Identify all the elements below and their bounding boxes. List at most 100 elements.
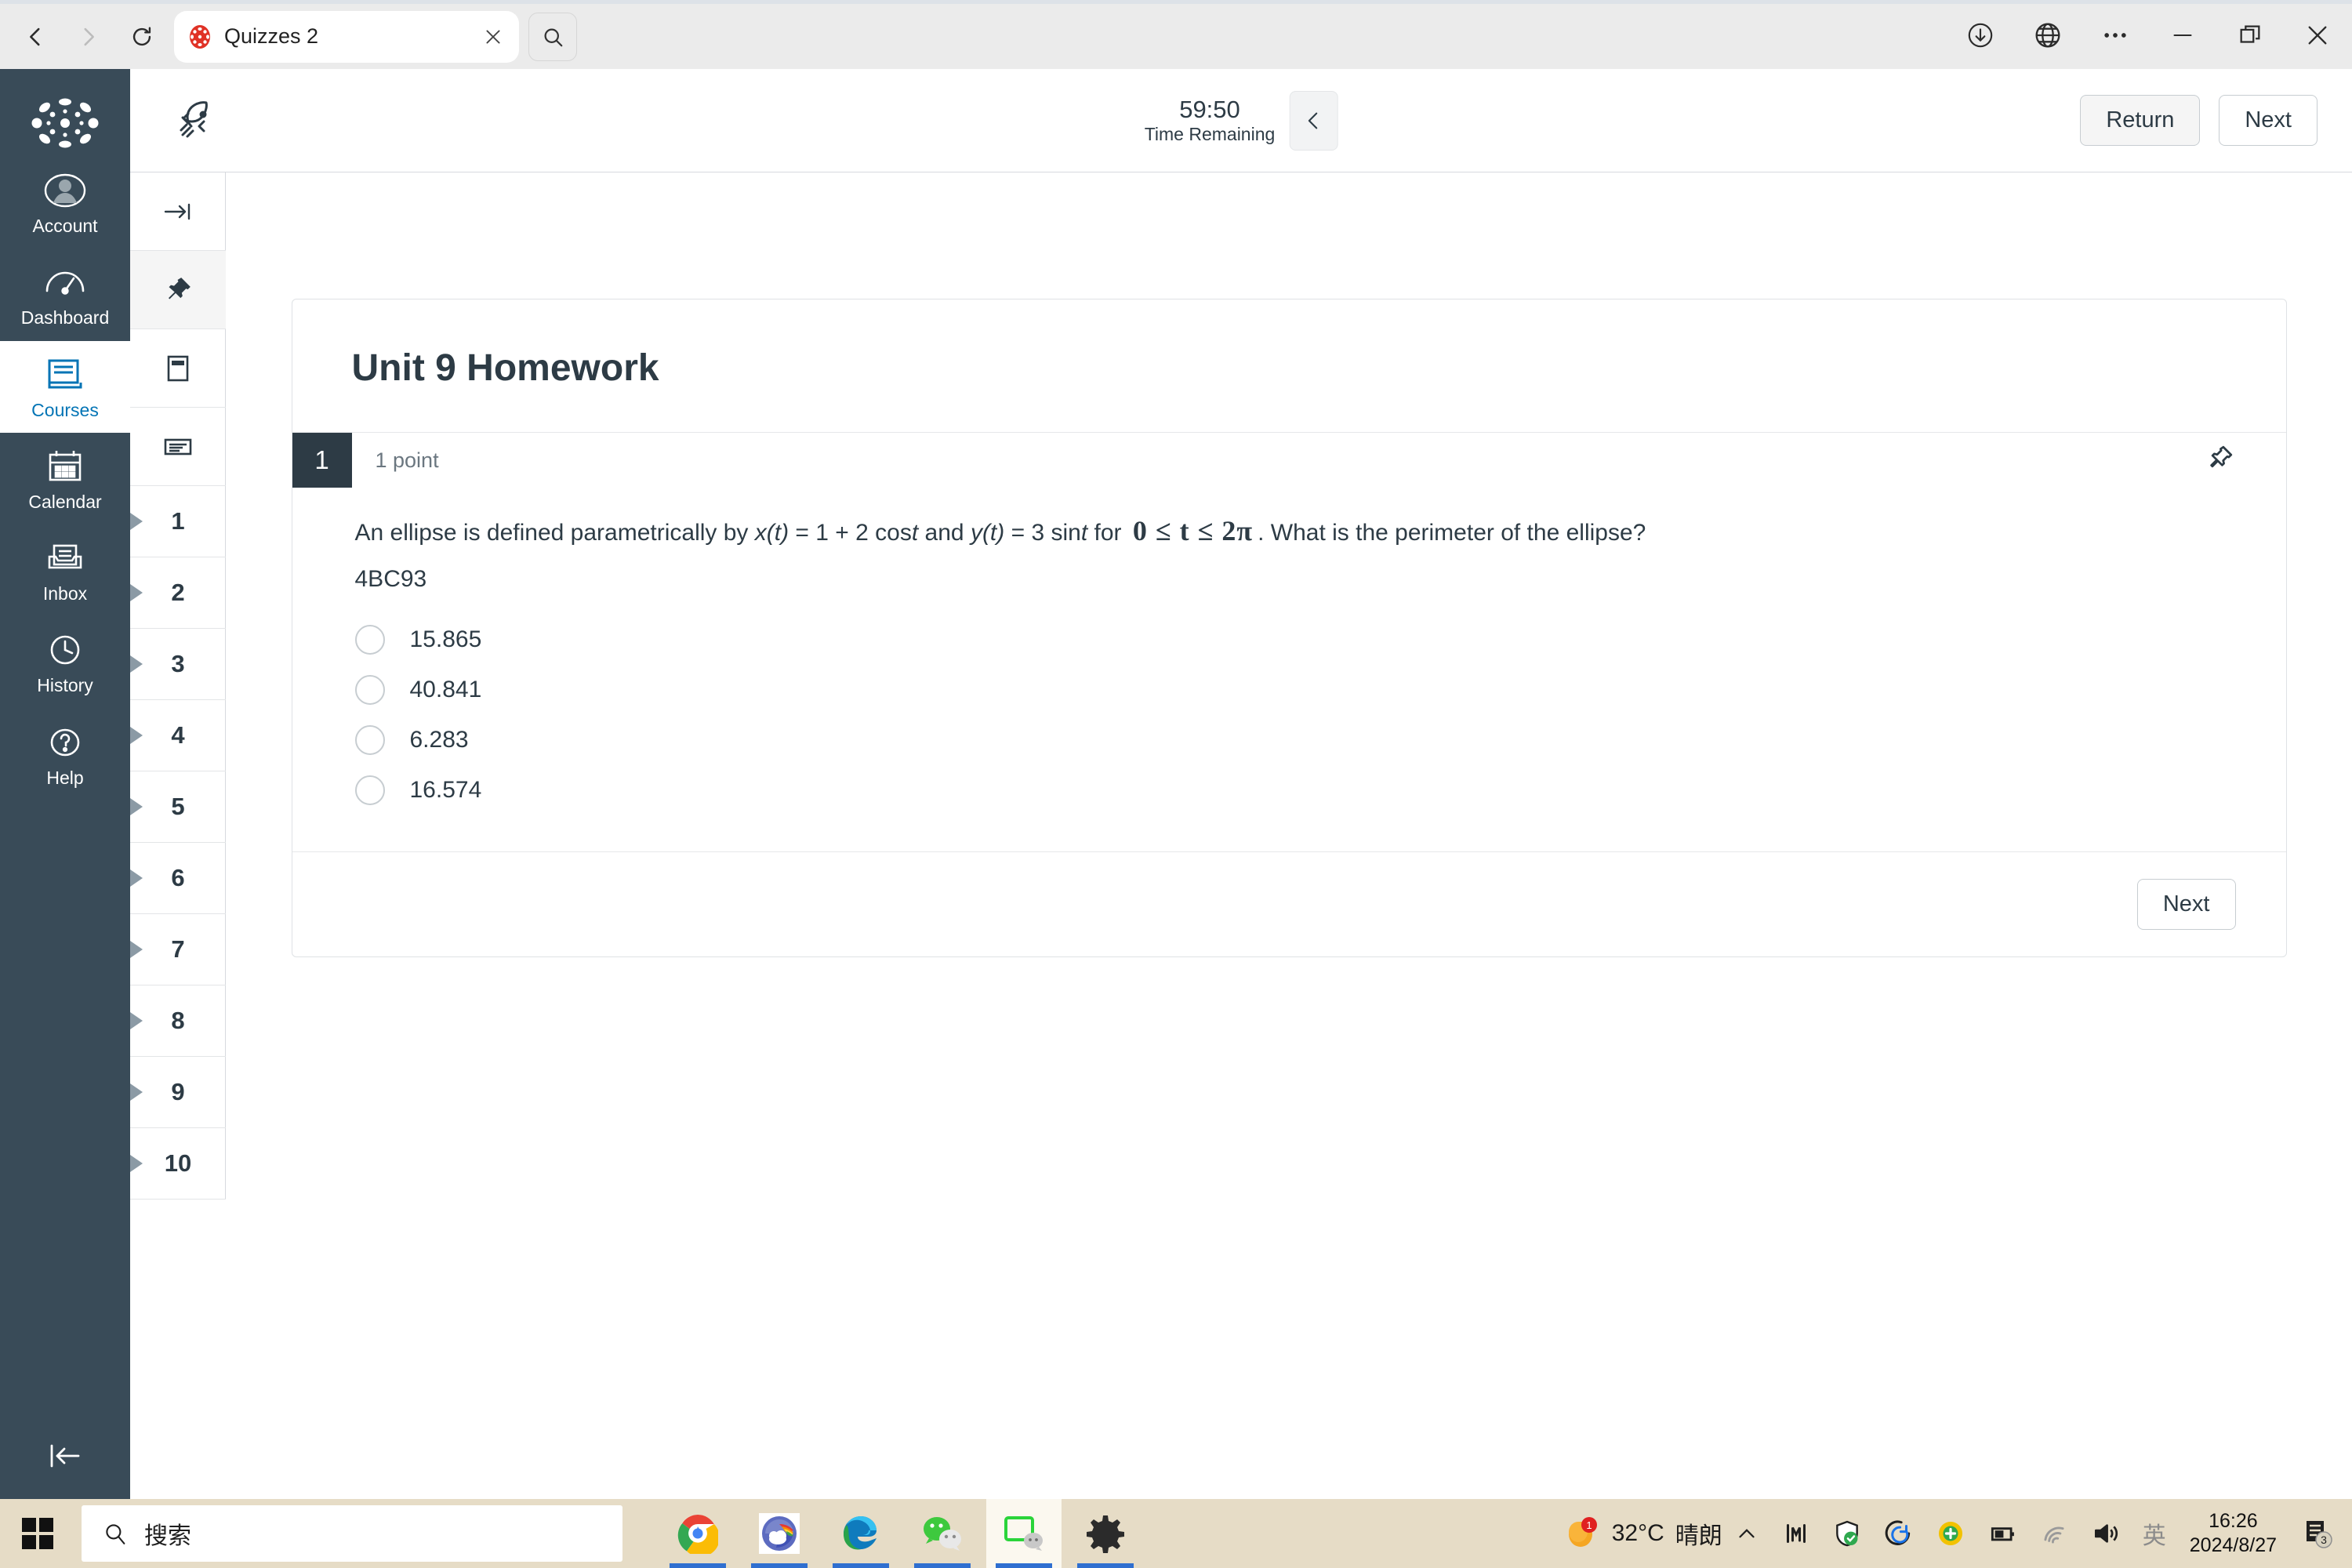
question-nav-number: 6 — [171, 864, 185, 891]
running-indicator — [1077, 1563, 1134, 1568]
sync-icon[interactable] — [1873, 1499, 1925, 1568]
ime-indicator[interactable]: 英 — [2132, 1499, 2177, 1568]
network-monitor-icon[interactable] — [1771, 1499, 1821, 1568]
answer-label: 40.841 — [409, 677, 482, 702]
notification-icon[interactable]: 3 — [2289, 1499, 2352, 1568]
global-nav-item-history[interactable]: History — [0, 616, 130, 708]
radio-button[interactable] — [354, 775, 385, 805]
question-nav-number: 2 — [171, 579, 185, 606]
question-text-t2: t — [1080, 520, 1088, 546]
answer-option[interactable]: 15.865 — [354, 615, 2227, 665]
weather-widget[interactable]: 1 32°C 晴朗 — [1548, 1515, 1722, 1552]
forward-arrow-icon[interactable] — [64, 13, 113, 61]
taskbar-app-icons — [660, 1499, 1143, 1568]
close-icon[interactable] — [480, 24, 506, 50]
answer-option[interactable]: 16.574 — [354, 765, 2227, 815]
pin-icon[interactable] — [130, 251, 226, 329]
running-indicator — [751, 1563, 808, 1568]
list-view-icon[interactable] — [130, 408, 226, 486]
answer-label: 16.574 — [409, 777, 482, 803]
chrome-taskbar-icon[interactable] — [660, 1499, 735, 1568]
question-marker-icon — [130, 655, 143, 673]
answer-option[interactable]: 6.283 — [354, 715, 2227, 765]
global-nav-item-help[interactable]: Help — [0, 709, 130, 800]
question-navigator: 1 2 3 4 5 6 7 8 9 10 — [130, 172, 226, 1529]
radio-button[interactable] — [354, 675, 385, 705]
global-nav-item-inbox[interactable]: Inbox — [0, 524, 130, 616]
radio-button[interactable] — [354, 625, 385, 655]
question-nav-item[interactable]: 4 — [130, 700, 226, 771]
question-nav-item[interactable]: 7 — [130, 914, 226, 985]
close-window-icon[interactable] — [2296, 13, 2339, 57]
next-button-bottom[interactable]: Next — [2136, 879, 2236, 930]
plus-circle-icon[interactable] — [1925, 1499, 1976, 1568]
settings-taskbar-icon[interactable] — [1068, 1499, 1143, 1568]
question-nav-item[interactable]: 5 — [130, 771, 226, 843]
minimize-icon[interactable] — [2161, 13, 2205, 57]
translate-globe-icon[interactable] — [2026, 13, 2070, 57]
more-options-icon[interactable] — [2093, 13, 2137, 57]
quiz-toolbar: 59:50 Time Remaining Return Next — [130, 69, 2352, 172]
courses-book-icon — [45, 352, 85, 397]
canvas-logo[interactable] — [27, 89, 103, 157]
question-text: An ellipse is defined parametrically by … — [355, 510, 2227, 552]
taskbar-search-input[interactable]: 搜索 — [82, 1505, 622, 1562]
question-text-t1: t — [911, 520, 919, 546]
search-placeholder: 搜索 — [144, 1523, 191, 1549]
security-shield-icon[interactable] — [1821, 1499, 1873, 1568]
global-nav-item-account[interactable]: Account — [0, 157, 130, 249]
wechat-devtools-taskbar-icon[interactable] — [986, 1499, 1062, 1568]
question-nav-number: 5 — [171, 793, 185, 820]
windows-start-icon[interactable] — [0, 1499, 75, 1568]
downloads-icon[interactable] — [1958, 13, 2002, 57]
quiz-content: Unit 9 Homework 1 1 point An ellipse is … — [226, 173, 2352, 1499]
search-icon — [102, 1520, 129, 1547]
question-marker-icon — [130, 1083, 143, 1101]
question-marker-icon — [130, 1155, 143, 1172]
calendar-icon — [45, 444, 85, 489]
volume-icon[interactable] — [2080, 1499, 2132, 1568]
question-nav-item[interactable]: 8 — [130, 985, 226, 1057]
search-icon[interactable] — [528, 12, 577, 61]
wechat-taskbar-icon[interactable] — [905, 1499, 980, 1568]
maximize-icon[interactable] — [2228, 13, 2272, 57]
question-card-icon[interactable] — [130, 329, 226, 408]
running-indicator — [833, 1563, 889, 1568]
expand-right-icon[interactable] — [130, 172, 226, 251]
question-nav-item[interactable]: 3 — [130, 629, 226, 700]
question-nav-item[interactable]: 6 — [130, 843, 226, 914]
window-controls — [1958, 13, 2339, 57]
question-nav-number: 8 — [171, 1007, 185, 1034]
radio-button[interactable] — [354, 725, 385, 755]
running-indicator — [996, 1563, 1052, 1568]
chevron-left-icon[interactable] — [1289, 90, 1338, 151]
battery-icon[interactable] — [1976, 1499, 2028, 1568]
question-nav-item[interactable]: 2 — [130, 557, 226, 629]
back-arrow-icon[interactable] — [11, 13, 60, 61]
rocket-icon[interactable] — [169, 93, 224, 148]
question-nav-item[interactable]: 9 — [130, 1057, 226, 1128]
global-nav-label: Account — [32, 216, 98, 236]
reload-icon[interactable] — [118, 13, 166, 61]
question-nav-item[interactable]: 1 — [130, 486, 226, 557]
weather-taskbar-icon[interactable] — [742, 1499, 817, 1568]
answer-list: 15.865 40.841 6.283 16.574 — [354, 615, 2227, 815]
global-nav-item-calendar[interactable]: Calendar — [0, 433, 130, 524]
taskbar-clock[interactable]: 16:26 2024/8/27 — [2177, 1509, 2289, 1559]
wifi-icon[interactable] — [2028, 1499, 2080, 1568]
browser-tab[interactable]: Quizzes 2 — [174, 10, 519, 63]
global-nav-item-dashboard[interactable]: Dashboard — [0, 249, 130, 340]
pin-icon[interactable] — [2201, 442, 2236, 477]
collapse-left-icon[interactable] — [0, 1413, 130, 1499]
answer-option[interactable]: 40.841 — [354, 665, 2227, 715]
next-button-top[interactable]: Next — [2219, 95, 2318, 146]
global-nav-item-courses[interactable]: Courses — [0, 340, 130, 433]
timer-label: Time Remaining — [1144, 124, 1276, 145]
question-marker-icon — [130, 1012, 143, 1029]
question-nav-item[interactable]: 10 — [130, 1128, 226, 1200]
page-title: Unit 9 Homework — [351, 347, 659, 389]
edge-taskbar-icon[interactable] — [823, 1499, 898, 1568]
return-button[interactable]: Return — [2080, 95, 2201, 146]
chevron-up-icon[interactable] — [1722, 1499, 1771, 1568]
question-block: 1 1 point An ellipse is defined parametr… — [292, 433, 2286, 956]
